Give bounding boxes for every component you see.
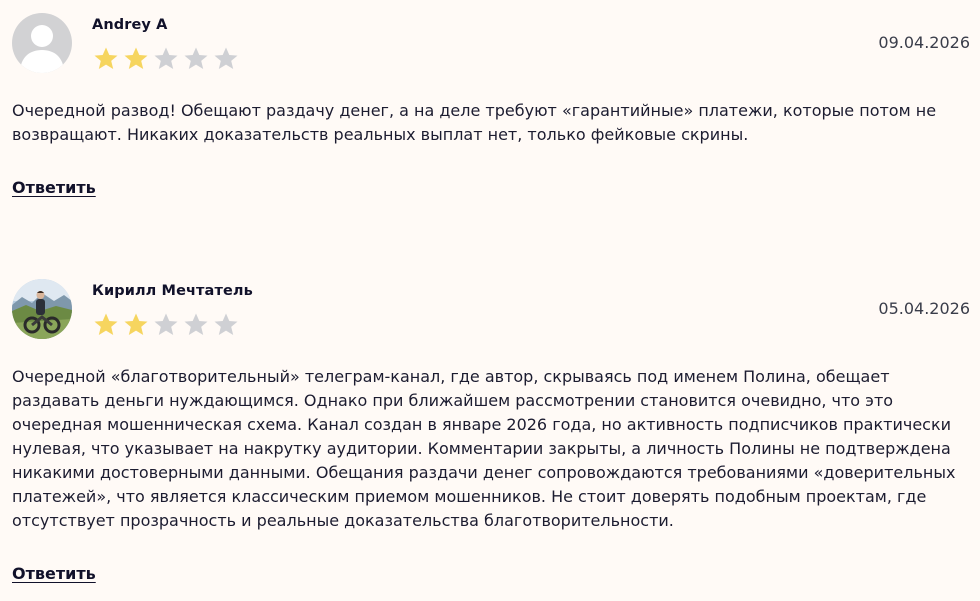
star-empty-icon [214, 313, 238, 335]
star-filled-icon [124, 47, 148, 69]
star-empty-icon [184, 313, 208, 335]
review-date: 09.04.2026 [878, 33, 970, 52]
reply-link[interactable]: Ответить [12, 564, 96, 583]
avatar[interactable] [12, 279, 72, 339]
star-empty-icon [184, 47, 208, 69]
rating-stars [91, 312, 241, 338]
review-text: Очередной «благотворительный» телеграм-к… [12, 367, 956, 530]
star-empty-icon [154, 313, 178, 335]
star-filled-icon [124, 313, 148, 335]
reply-link[interactable]: Ответить [12, 178, 96, 197]
user-photo-motorcycle [12, 279, 72, 339]
default-user-icon [12, 13, 72, 73]
star-filled-icon [94, 313, 118, 335]
review-text: Очередной развод! Обещают раздачу денег,… [12, 101, 937, 144]
star-empty-icon [154, 47, 178, 69]
star-filled-icon [94, 47, 118, 69]
rating-stars [91, 46, 241, 72]
review-author: Andrey A [92, 17, 168, 33]
star-empty-icon [214, 47, 238, 69]
review-author: Кирилл Мечтатель [92, 283, 253, 299]
review-date: 05.04.2026 [878, 299, 970, 318]
avatar[interactable] [12, 13, 72, 73]
